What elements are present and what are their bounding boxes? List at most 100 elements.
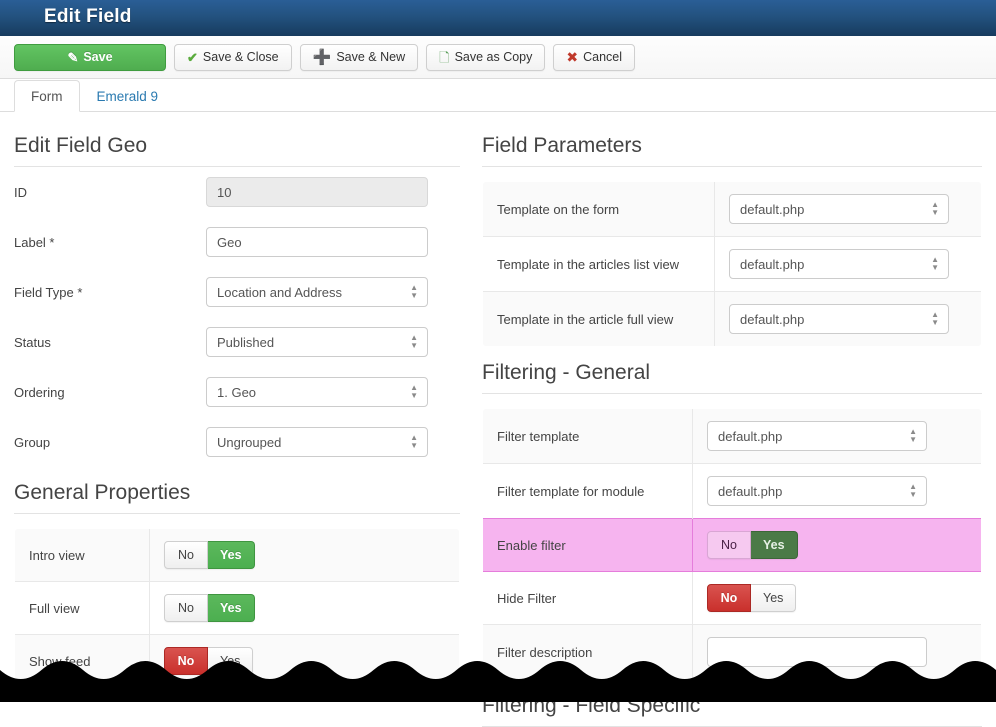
field-type-select[interactable]: Location and Address ▲ ▼: [206, 277, 428, 308]
ordering-select[interactable]: 1. Geo ▲ ▼: [206, 377, 428, 408]
label-group: Group: [14, 434, 51, 450]
label-field-type: Field Type *: [14, 284, 83, 300]
row-label-template-list: Template in the articles list view: [483, 236, 715, 292]
row-control: No Yes: [149, 529, 459, 582]
spinner-icon: ▲ ▼: [410, 333, 418, 351]
template-list-view-select[interactable]: default.php ▲ ▼: [729, 249, 949, 280]
form-row-field-type: Field Type * Location and Address ▲ ▼: [14, 267, 460, 317]
row-control: default.php ▲ ▼: [714, 291, 981, 347]
label-label: Label *: [14, 234, 55, 250]
save-and-close-button[interactable]: ✔ Save & Close: [174, 43, 292, 71]
copy-icon: 🗋: [439, 49, 450, 65]
enable-filter-yes[interactable]: Yes: [751, 531, 798, 560]
group-value: Ungrouped: [217, 434, 282, 450]
show-feed-no[interactable]: No: [164, 647, 208, 676]
row-label-hide-filter: Hide Filter: [483, 571, 693, 625]
cancel-button[interactable]: ✖ Cancel: [553, 43, 636, 71]
save-and-new-label: Save & New: [336, 50, 406, 64]
general-properties-table: Intro view No Yes Full view No Yes Show …: [14, 528, 460, 689]
row-control: default.php ▲ ▼: [714, 236, 981, 292]
label-id: ID: [14, 184, 27, 200]
row-control: default.php ▲ ▼: [714, 182, 981, 237]
filter-template-module-value: default.php: [718, 483, 783, 499]
full-view-no[interactable]: No: [164, 594, 208, 623]
row-control: No Yes: [149, 581, 459, 635]
hide-filter-no[interactable]: No: [707, 584, 751, 613]
table-row: Filter template for module default.php ▲…: [483, 463, 981, 519]
edit-icon: ✎: [67, 49, 79, 65]
full-view-toggle[interactable]: No Yes: [164, 594, 255, 623]
edit-field-heading: Edit Field Geo: [14, 134, 460, 168]
row-label-full-view: Full view: [15, 581, 150, 635]
save-button[interactable]: ✎ Save: [14, 43, 166, 71]
table-row: Template in the articles list view defau…: [483, 236, 981, 292]
enable-filter-toggle[interactable]: No Yes: [707, 531, 798, 560]
tab-form-label: Form: [31, 88, 63, 104]
filtering-general-table: Filter template default.php ▲ ▼ Filter te…: [482, 408, 982, 681]
spinner-icon: ▲ ▼: [931, 255, 939, 273]
hide-filter-toggle[interactable]: No Yes: [707, 584, 797, 613]
save-as-copy-button[interactable]: 🗋 Save as Copy: [426, 43, 546, 71]
save-and-new-button[interactable]: ➕ Save & New: [299, 43, 419, 71]
table-row: Full view No Yes: [15, 581, 459, 635]
field-type-value: Location and Address: [217, 284, 343, 300]
table-row: Filter description: [483, 624, 981, 680]
row-label-filter-template: Filter template: [483, 409, 693, 464]
page-title: Edit Field: [44, 6, 132, 27]
table-row-highlighted: Enable filter No Yes: [483, 518, 981, 573]
tab-bar: Form Emerald 9: [0, 79, 996, 112]
save-as-copy-label: Save as Copy: [454, 50, 533, 64]
filter-template-select[interactable]: default.php ▲ ▼: [707, 421, 927, 452]
filter-template-value: default.php: [718, 428, 783, 444]
filter-template-module-select[interactable]: default.php ▲ ▼: [707, 476, 927, 507]
row-label-enable-filter: Enable filter: [483, 518, 693, 573]
full-view-yes[interactable]: Yes: [208, 594, 255, 623]
spinner-icon: ▲ ▼: [931, 310, 939, 328]
tab-emerald-9[interactable]: Emerald 9: [80, 80, 176, 112]
show-feed-yes[interactable]: Yes: [208, 647, 254, 676]
field-parameters-heading: Field Parameters: [482, 134, 982, 168]
intro-view-yes[interactable]: Yes: [208, 541, 255, 570]
save-button-label: Save: [83, 50, 113, 64]
table-row: Filter template default.php ▲ ▼: [483, 409, 981, 464]
template-on-form-select[interactable]: default.php ▲ ▼: [729, 194, 949, 225]
cancel-label: Cancel: [583, 50, 623, 64]
form-row-id: ID 10: [14, 167, 460, 217]
spinner-icon: ▲ ▼: [909, 482, 917, 500]
table-row: Template on the form default.php ▲ ▼: [483, 182, 981, 237]
group-select[interactable]: Ungrouped ▲ ▼: [206, 427, 428, 458]
status-select[interactable]: Published ▲ ▼: [206, 327, 428, 358]
row-control: No Yes: [692, 571, 981, 625]
template-full-view-select[interactable]: default.php ▲ ▼: [729, 304, 949, 335]
row-label-intro-view: Intro view: [15, 529, 150, 582]
tab-form[interactable]: Form: [14, 80, 80, 112]
intro-view-toggle[interactable]: No Yes: [164, 541, 255, 570]
row-control: No Yes: [692, 518, 981, 573]
form-row-label: Label * Geo: [14, 217, 460, 267]
intro-view-no[interactable]: No: [164, 541, 208, 570]
row-label-filter-template-module: Filter template for module: [483, 463, 693, 519]
enable-filter-no[interactable]: No: [707, 531, 751, 560]
label-ordering: Ordering: [14, 384, 65, 400]
left-column: Edit Field Geo ID 10 Label * Geo Field T…: [14, 126, 460, 727]
filter-description-input[interactable]: [707, 637, 927, 668]
toolbar: ✎ Save ✔ Save & Close ➕ Save & New 🗋 Sav…: [0, 36, 996, 79]
row-control: No Yes: [149, 634, 459, 688]
row-label-template-form: Template on the form: [483, 182, 715, 237]
show-feed-toggle[interactable]: No Yes: [164, 647, 254, 676]
table-row: Intro view No Yes: [15, 529, 459, 582]
check-icon: ✔: [187, 49, 198, 65]
spinner-icon: ▲ ▼: [909, 427, 917, 445]
label-input-value: Geo: [217, 234, 242, 250]
plus-icon: ➕: [312, 48, 332, 66]
table-row: Hide Filter No Yes: [483, 571, 981, 625]
label-input[interactable]: Geo: [206, 227, 428, 258]
window-titlebar: Edit Field: [0, 0, 996, 36]
content-area: Edit Field Geo ID 10 Label * Geo Field T…: [0, 112, 996, 727]
ordering-value: 1. Geo: [217, 384, 257, 400]
hide-filter-yes[interactable]: Yes: [751, 584, 797, 613]
general-properties-heading: General Properties: [14, 481, 460, 515]
row-label-filter-description: Filter description: [483, 624, 693, 680]
template-on-form-value: default.php: [740, 201, 805, 217]
id-input-value: 10: [217, 184, 232, 200]
